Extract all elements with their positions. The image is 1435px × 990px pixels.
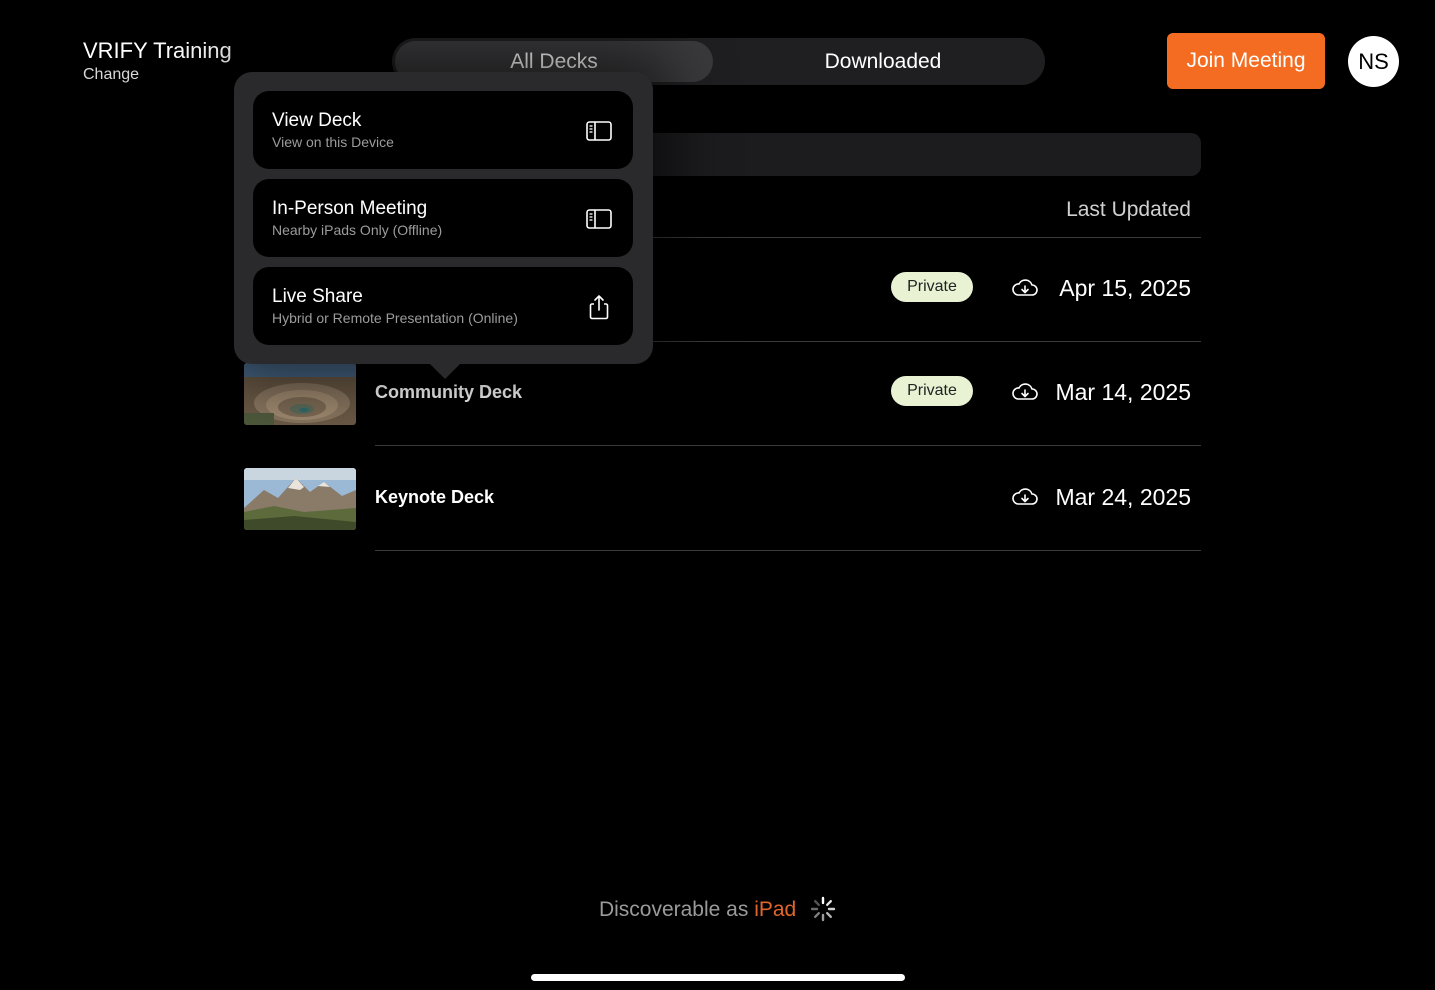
private-badge: Private (891, 272, 973, 302)
last-updated-column-header[interactable]: Last Updated (1066, 198, 1191, 222)
deck-title: Keynote Deck (375, 487, 495, 507)
deck-updated-date: Mar 14, 2025 (1055, 379, 1191, 405)
loading-spinner-icon (810, 896, 836, 922)
discoverable-prefix: Discoverable as (598, 898, 749, 921)
join-meeting-button[interactable]: Join Meeting (1167, 33, 1325, 89)
cloud-download-icon[interactable] (1011, 380, 1039, 404)
app-screen: VRIFY Training Change All Decks Download… (0, 0, 1435, 990)
sidebar-icon (586, 121, 612, 141)
deck-row[interactable]: Keynote Deck Mar 24, 2025 (244, 447, 1201, 551)
sidebar-icon (586, 209, 612, 229)
menu-item-subtitle: Nearby iPads Only (Offline) (272, 222, 443, 238)
private-badge: Private (891, 376, 973, 406)
cloud-download-icon[interactable] (1011, 276, 1039, 300)
cloud-download-icon[interactable] (1011, 485, 1039, 509)
open-pit-mine-image (244, 363, 356, 425)
home-indicator (531, 974, 905, 981)
popover-arrow (429, 363, 461, 379)
menu-item-label: Live Share (272, 286, 363, 307)
workspace-name: VRIFY Training (83, 38, 232, 63)
deck-title: Community Deck (375, 382, 523, 402)
tab-downloaded[interactable]: Downloaded (724, 41, 1042, 82)
menu-item-subtitle: Hybrid or Remote Presentation (Online) (272, 310, 518, 326)
deck-updated-date: Mar 24, 2025 (1055, 484, 1191, 510)
user-avatar[interactable]: NS (1348, 36, 1399, 87)
menu-item-view-deck[interactable]: View Deck View on this Device (253, 91, 633, 169)
menu-item-subtitle: View on this Device (272, 134, 394, 150)
row-divider (375, 445, 1201, 446)
workspace-switcher[interactable]: VRIFY Training Change (83, 38, 232, 86)
menu-item-in-person-meeting[interactable]: In-Person Meeting Nearby iPads Only (Off… (253, 179, 633, 257)
discoverable-status: Discoverable as iPad (0, 896, 1435, 922)
share-icon (589, 295, 609, 320)
change-workspace-link[interactable]: Change (83, 64, 232, 86)
mountain-landscape-image (244, 468, 356, 530)
menu-item-live-share[interactable]: Live Share Hybrid or Remote Presentation… (253, 267, 633, 345)
deck-updated-date: Apr 15, 2025 (1059, 275, 1191, 301)
deck-thumbnail (244, 468, 356, 530)
row-divider (375, 550, 1201, 551)
device-name[interactable]: iPad (754, 898, 796, 921)
deck-actions-popover: View Deck View on this Device In-Person … (234, 72, 653, 364)
deck-thumbnail (244, 363, 356, 425)
menu-item-label: In-Person Meeting (272, 198, 428, 219)
menu-item-label: View Deck (272, 110, 362, 131)
